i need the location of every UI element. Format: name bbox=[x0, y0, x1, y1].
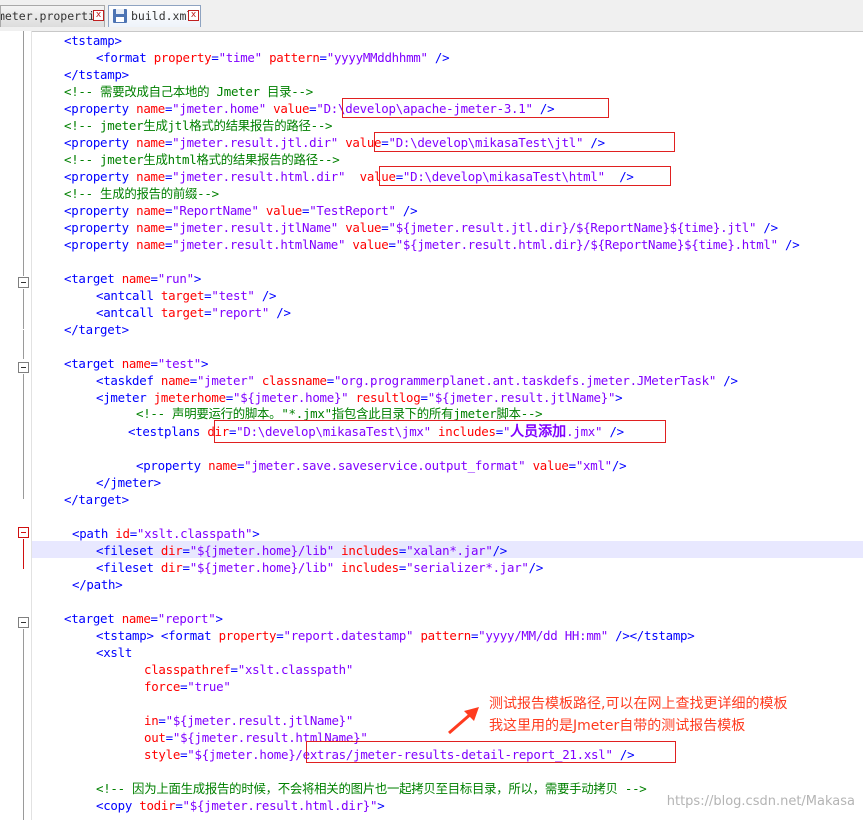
code-line: <property name="jmeter.result.jtlName" v… bbox=[64, 220, 778, 235]
code-line: <property name="ReportName" value="TestR… bbox=[64, 203, 418, 218]
annotation-line-1: 测试报告模板路径,可以在网上查找更详细的模板 bbox=[489, 696, 788, 712]
code-line: <jmeter jmeterhome="${jmeter.home}" resu… bbox=[96, 390, 623, 405]
code-line: </target> bbox=[64, 492, 129, 507]
code-line: classpathref="xslt.classpath" bbox=[144, 662, 354, 677]
code-line: <copy todir="${jmeter.result.html.dir}"> bbox=[96, 798, 385, 813]
code-line: <format property="time" pattern="yyyyMMd… bbox=[96, 50, 450, 65]
highlight-box-testplans bbox=[214, 420, 666, 443]
code-line: <antcall target="report" /> bbox=[96, 305, 291, 320]
code-line: <property name="jmeter.result.htmlName" … bbox=[64, 237, 800, 252]
code-line: <path id="xslt.classpath"> bbox=[72, 526, 260, 541]
code-comment: <!-- jmeter生成jtl格式的结果报告的路径--> bbox=[64, 118, 333, 133]
code-line: <antcall target="test" /> bbox=[96, 288, 277, 303]
code-line: force="true" bbox=[144, 679, 231, 694]
code-line: </target> bbox=[64, 322, 129, 337]
code-line: <target name="run"> bbox=[64, 271, 202, 286]
watermark: https://blog.csdn.net/Makasa bbox=[666, 794, 855, 809]
code-line: </tstamp> bbox=[64, 67, 129, 82]
code-line: <tstamp> bbox=[64, 33, 122, 48]
code-line: <xslt bbox=[96, 645, 133, 660]
highlight-box-html-dir bbox=[379, 166, 671, 186]
code-line: <property name="jmeter.save.saveservice.… bbox=[136, 458, 627, 473]
code-line: <taskdef name="jmeter" classname="org.pr… bbox=[96, 373, 738, 388]
code-line: <target name="report"> bbox=[64, 611, 223, 626]
code-line: <fileset dir="${jmeter.home}/lib" includ… bbox=[96, 560, 544, 575]
code-line: </path> bbox=[72, 577, 123, 592]
code-comment: <!-- 因为上面生成报告的时候，不会将相关的图片也一起拷贝至目标目录，所以，需… bbox=[96, 781, 647, 796]
code-line: </jmeter> bbox=[96, 475, 161, 490]
code-line: <target name="test"> bbox=[64, 356, 209, 371]
highlight-box-xsl-style bbox=[306, 741, 676, 763]
code-line: <tstamp> <format property="report.datest… bbox=[96, 628, 695, 643]
code-line: <fileset dir="${jmeter.home}/lib" includ… bbox=[96, 543, 508, 558]
code-comment: <!-- 需要改成自己本地的 Jmeter 目录--> bbox=[64, 84, 313, 99]
red-arrow-icon bbox=[448, 707, 479, 735]
highlight-box-jtl-dir bbox=[374, 132, 675, 152]
code-line: in="${jmeter.result.jtlName}" bbox=[144, 713, 354, 728]
annotation-note: 测试报告模板路径,可以在网上查找更详细的模板 我这里用的是Jmeter自带的测试… bbox=[489, 693, 849, 737]
highlight-box-jmeter-home bbox=[342, 98, 609, 118]
annotation-line-2: 我这里用的是Jmeter自带的测试报告模板 bbox=[489, 718, 746, 734]
code-comment: <!-- 生成的报告的前缀--> bbox=[64, 186, 219, 201]
code-comment: <!-- jmeter生成html格式的结果报告的路径--> bbox=[64, 152, 340, 167]
